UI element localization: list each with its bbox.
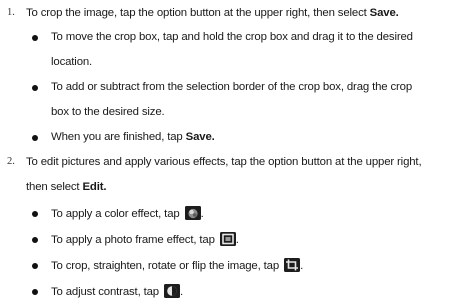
bullet-text-part: To apply a photo frame effect, tap xyxy=(51,234,215,246)
bullet-end: . xyxy=(180,286,184,298)
bullet-text: When you are finished, tap Save. xyxy=(51,130,215,144)
item-1-text: To crop the image, tap the option button… xyxy=(26,6,399,20)
bullet-end: . xyxy=(300,260,304,272)
photo-frame-icon xyxy=(219,232,236,246)
bullet-text: To apply a photo frame effect, tap . xyxy=(51,232,239,247)
bullet-end: . xyxy=(235,234,239,246)
bullet-text-part: When you are finished, tap xyxy=(51,131,186,143)
item-2-text-part: then select xyxy=(26,181,83,193)
bullet-end: . xyxy=(200,208,204,220)
bullet-dot xyxy=(32,135,38,141)
color-effect-icon xyxy=(184,206,201,220)
item-2-text-continued: then select Edit. xyxy=(26,180,107,194)
contrast-icon xyxy=(164,284,181,298)
item-2-text: To edit pictures and apply various effec… xyxy=(26,156,422,168)
bullet-dot xyxy=(32,263,38,269)
bullet-dot xyxy=(32,211,38,217)
bullet-text-part: To adjust contrast, tap xyxy=(51,286,159,298)
bullet-text: To crop, straighten, rotate or flip the … xyxy=(51,258,303,273)
bullet-text-continued: location. xyxy=(51,56,93,68)
bullet-text: To move the crop box, tap and hold the c… xyxy=(51,31,413,43)
item-1-bold: Save. xyxy=(369,7,399,19)
bullet-text-part: To apply a color effect, tap xyxy=(51,208,180,220)
item-number: 2. xyxy=(7,156,15,167)
bullet-text-part: To crop, straighten, rotate or flip the … xyxy=(51,260,280,272)
bullet-text: To add or subtract from the selection bo… xyxy=(51,81,413,93)
item-number: 1. xyxy=(7,7,15,18)
item-1-text-part: To crop the image, tap the option button… xyxy=(26,7,370,19)
bullet-dot xyxy=(32,35,38,41)
item-2-bold: Edit. xyxy=(82,181,107,193)
bullet-dot xyxy=(32,237,38,243)
bullet-dot xyxy=(32,289,38,295)
bullet-bold: Save. xyxy=(185,131,215,143)
bullet-dot xyxy=(32,85,38,91)
manual-page: 1. To crop the image, tap the option but… xyxy=(0,0,471,302)
bullet-text: To apply a color effect, tap . xyxy=(51,206,204,221)
crop-icon xyxy=(284,258,301,272)
bullet-text: To adjust contrast, tap . xyxy=(51,284,183,299)
bullet-text-continued: box to the desired size. xyxy=(51,106,165,118)
